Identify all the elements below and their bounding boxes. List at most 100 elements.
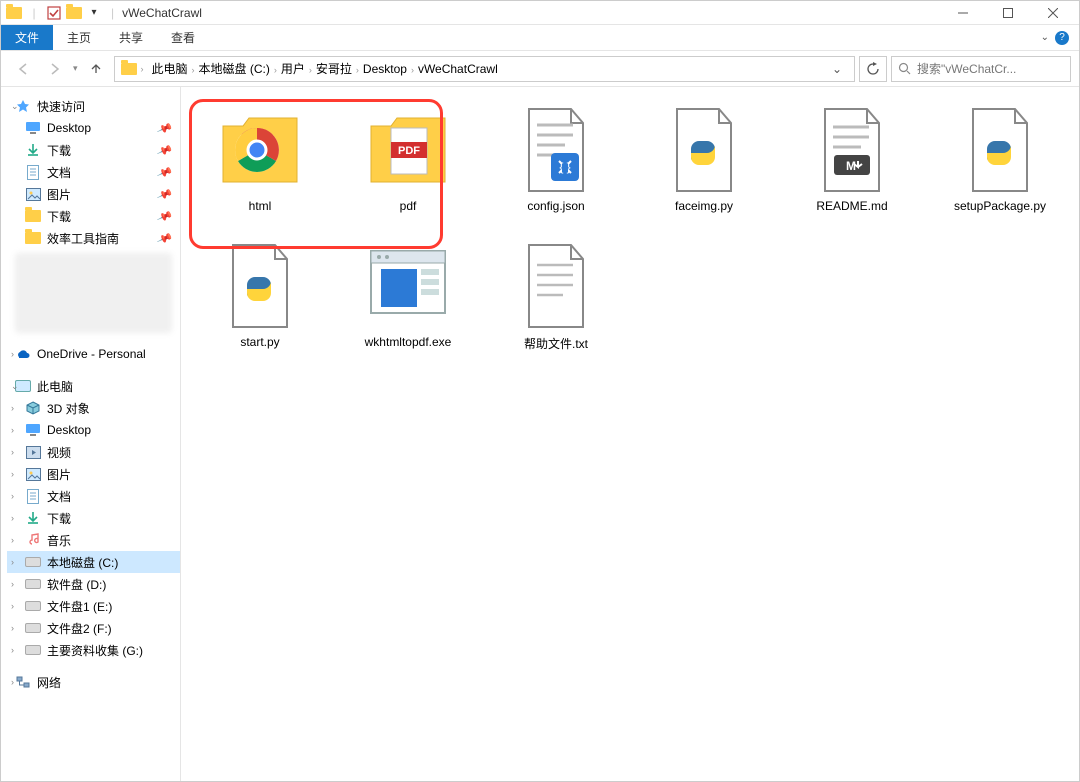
expand-icon[interactable]: › xyxy=(11,623,21,633)
expand-icon[interactable]: › xyxy=(11,535,21,545)
tab-view[interactable]: 查看 xyxy=(157,25,209,50)
file-item[interactable]: faceimg.py xyxy=(633,99,775,229)
up-button[interactable] xyxy=(82,55,110,83)
sidebar-quick-access[interactable]: ⌄ 快速访问 xyxy=(7,95,180,117)
refresh-button[interactable] xyxy=(859,56,887,82)
sidebar-item[interactable]: ›主要资料收集 (G:) xyxy=(7,639,180,661)
sidebar-item[interactable]: ›图片 xyxy=(7,463,180,485)
ribbon-expand-icon[interactable]: ⌄ xyxy=(1041,32,1049,43)
file-label: start.py xyxy=(240,335,279,349)
file-label: README.md xyxy=(816,199,887,213)
expand-icon[interactable]: › xyxy=(11,645,21,655)
sidebar-item-label: 下载 xyxy=(47,510,71,527)
tab-home[interactable]: 主页 xyxy=(53,25,105,50)
file-label: setupPackage.py xyxy=(954,199,1046,213)
expand-icon[interactable]: › xyxy=(11,579,21,589)
file-item[interactable]: MREADME.md xyxy=(781,99,923,229)
sidebar-label: 网络 xyxy=(37,674,61,691)
tab-file[interactable]: 文件 xyxy=(1,25,53,50)
help-icon[interactable]: ? xyxy=(1055,31,1069,45)
file-label: pdf xyxy=(400,199,417,213)
collapse-icon[interactable]: ⌄ xyxy=(11,381,21,392)
pin-icon: 📌 xyxy=(156,142,173,159)
drive-icon xyxy=(25,642,41,658)
file-item[interactable]: wkhtmltopdf.exe xyxy=(337,235,479,365)
sidebar-onedrive[interactable]: › OneDrive - Personal xyxy=(7,343,180,365)
sidebar-item-label: 音乐 xyxy=(47,532,71,549)
chevron-right-icon[interactable]: › xyxy=(141,64,144,74)
file-type-icon xyxy=(955,105,1045,195)
expand-icon[interactable]: › xyxy=(11,513,21,523)
qat-dropdown-icon[interactable]: ▾ xyxy=(85,4,103,22)
file-item[interactable]: start.py xyxy=(189,235,331,365)
expand-icon[interactable]: › xyxy=(11,425,21,435)
sidebar-item[interactable]: 效率工具指南📌 xyxy=(7,227,180,249)
file-item[interactable]: PDFpdf xyxy=(337,99,479,229)
sidebar-item[interactable]: 下载 📌 xyxy=(7,139,180,161)
tab-share[interactable]: 共享 xyxy=(105,25,157,50)
sidebar-item[interactable]: 文档📌 xyxy=(7,161,180,183)
expand-icon[interactable]: › xyxy=(11,447,21,457)
expand-icon[interactable]: › xyxy=(11,557,21,567)
file-item[interactable]: setupPackage.py xyxy=(929,99,1071,229)
drive-icon xyxy=(25,554,41,570)
expand-icon[interactable]: › xyxy=(11,491,21,501)
collapse-icon[interactable]: ⌄ xyxy=(11,101,21,112)
expand-icon[interactable]: › xyxy=(11,469,21,479)
address-dropdown-icon[interactable]: ⌄ xyxy=(826,62,848,76)
forward-button[interactable] xyxy=(41,55,69,83)
sidebar-item[interactable]: ›3D 对象 xyxy=(7,397,180,419)
folder-icon xyxy=(5,4,23,22)
file-label: 帮助文件.txt xyxy=(524,335,588,352)
sidebar-item[interactable]: › 音乐 xyxy=(7,529,180,551)
file-label: faceimg.py xyxy=(675,199,733,213)
expand-icon[interactable]: › xyxy=(11,601,21,611)
sidebar-this-pc[interactable]: ⌄ 此电脑 xyxy=(7,375,180,397)
sidebar-network[interactable]: › 网络 xyxy=(7,671,180,693)
address-bar[interactable]: › 此电脑›本地磁盘 (C:)›用户›安哥拉›Desktop›vWeChatCr… xyxy=(114,56,855,82)
folder-icon xyxy=(25,208,41,224)
breadcrumb-segment[interactable]: 此电脑 xyxy=(148,62,192,76)
blurred-region xyxy=(15,253,172,333)
pin-icon: 📌 xyxy=(156,164,173,181)
file-item[interactable]: 帮助文件.txt xyxy=(485,235,627,365)
history-dropdown-icon[interactable]: ▾ xyxy=(73,63,78,74)
sidebar-item[interactable]: ›本地磁盘 (C:) xyxy=(7,551,180,573)
expand-icon[interactable]: › xyxy=(11,403,21,413)
search-input[interactable]: 搜索"vWeChatCr... xyxy=(891,56,1071,82)
file-type-icon xyxy=(659,105,749,195)
search-icon xyxy=(898,62,911,75)
sidebar-item[interactable]: ›文件盘1 (E:) xyxy=(7,595,180,617)
sidebar-item[interactable]: 图片📌 xyxy=(7,183,180,205)
minimize-button[interactable] xyxy=(940,1,985,25)
back-button[interactable] xyxy=(9,55,37,83)
content-area[interactable]: htmlPDFpdf{ }config.json faceimg.py MREADM… xyxy=(181,87,1079,781)
sidebar-item[interactable]: Desktop📌 xyxy=(7,117,180,139)
folder-small-icon[interactable] xyxy=(65,4,83,22)
breadcrumb-segment[interactable]: 本地磁盘 (C:) xyxy=(195,62,274,76)
sidebar-item[interactable]: ›软件盘 (D:) xyxy=(7,573,180,595)
sidebar-item[interactable]: ›视频 xyxy=(7,441,180,463)
sidebar-item[interactable]: › 下载 xyxy=(7,507,180,529)
sidebar-label: OneDrive - Personal xyxy=(37,347,146,361)
sidebar-item[interactable]: ›Desktop xyxy=(7,419,180,441)
close-button[interactable] xyxy=(1030,1,1075,25)
sidebar[interactable]: ⌄ 快速访问 Desktop📌下载📌文档📌图片📌下载📌效率工具指南📌 › One… xyxy=(1,87,181,781)
file-item[interactable]: { }config.json xyxy=(485,99,627,229)
maximize-button[interactable] xyxy=(985,1,1030,25)
sidebar-item-label: 下载 xyxy=(47,142,71,159)
sidebar-item[interactable]: ›文件盘2 (F:) xyxy=(7,617,180,639)
sidebar-item[interactable]: ›文档 xyxy=(7,485,180,507)
breadcrumb-segment[interactable]: 用户 xyxy=(277,62,309,76)
expand-icon[interactable]: › xyxy=(11,677,21,687)
file-item[interactable]: html xyxy=(189,99,331,229)
ribbon: 文件 主页 共享 查看 ⌄ ? xyxy=(1,25,1079,51)
expand-icon[interactable]: › xyxy=(11,349,21,359)
breadcrumb-segment[interactable]: Desktop xyxy=(359,62,411,76)
checkbox-icon[interactable] xyxy=(45,4,63,22)
breadcrumb-segment[interactable]: vWeChatCrawl xyxy=(414,62,502,76)
breadcrumb-segment[interactable]: 安哥拉 xyxy=(312,62,356,76)
search-placeholder: 搜索"vWeChatCr... xyxy=(917,60,1016,77)
sidebar-item[interactable]: 下载📌 xyxy=(7,205,180,227)
divider-icon: | xyxy=(25,4,43,22)
